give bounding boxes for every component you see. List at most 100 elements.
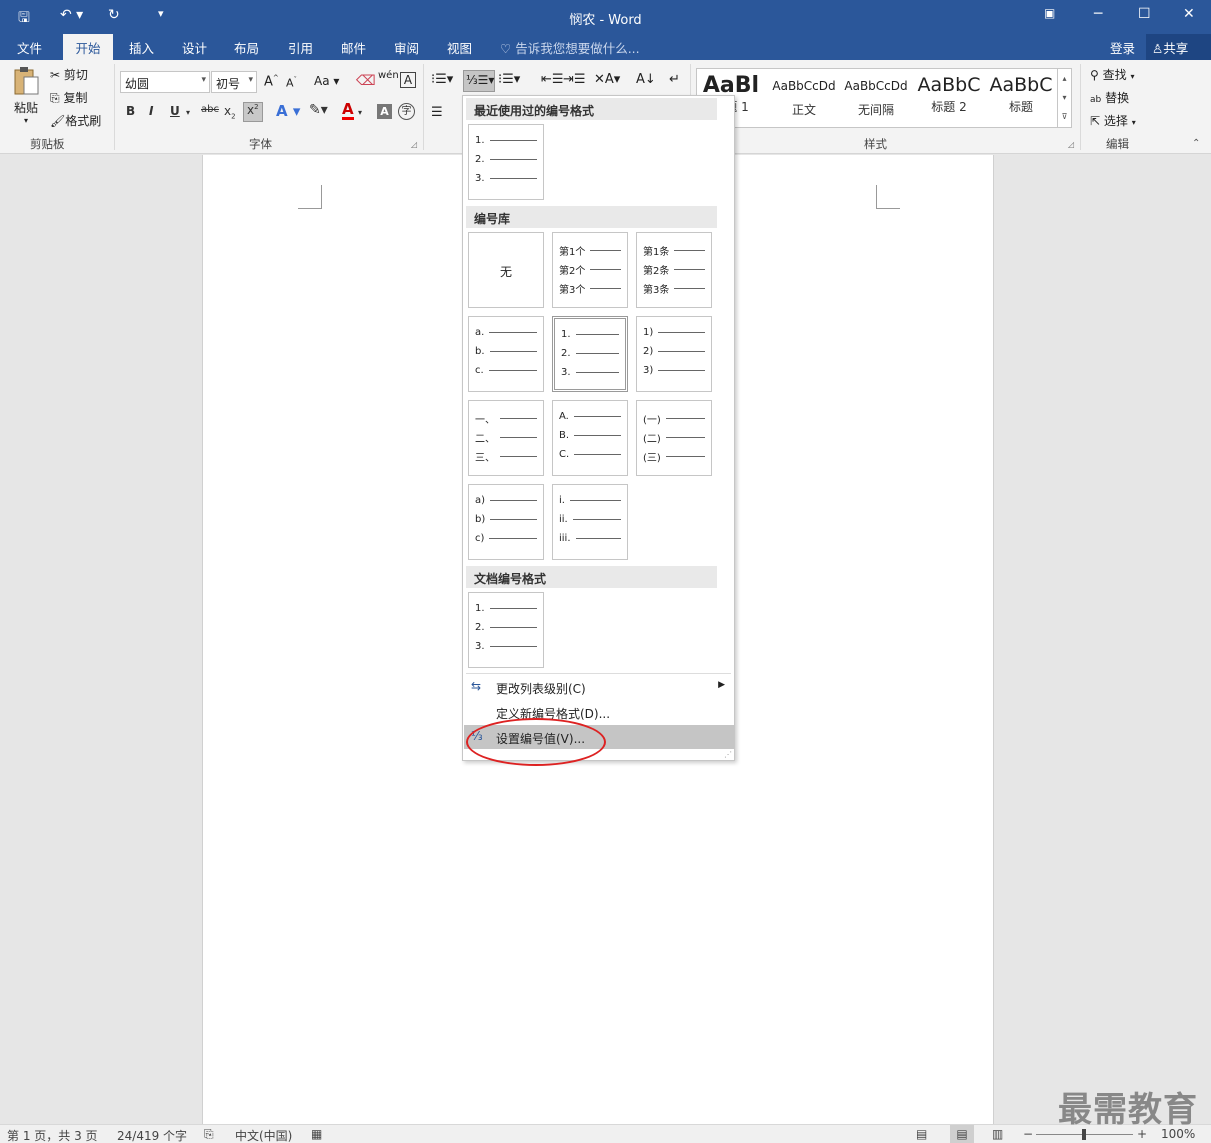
share-button[interactable]: ♙共享 [1146, 34, 1211, 60]
align-left-icon[interactable]: ☰ [431, 105, 443, 120]
library-format-tile[interactable]: A. B. C. [552, 400, 628, 476]
format-marker: C. [559, 449, 570, 460]
tab-review[interactable]: 审阅 [394, 38, 419, 57]
numbering-icon[interactable]: ⅓☰▾ [463, 70, 495, 92]
change-case-button[interactable]: Aa ▾ [314, 74, 339, 88]
collapse-ribbon-icon[interactable]: ⌃ [1192, 138, 1200, 149]
format-line: c. [475, 365, 537, 376]
sort-icon[interactable]: A↓ [636, 72, 656, 87]
chevron-down-icon[interactable]: ▾ [186, 108, 190, 117]
superscript-button[interactable]: x2 [243, 102, 263, 122]
strikethrough-button[interactable]: abc [201, 104, 219, 115]
ribbon-display-options-icon[interactable]: ▣ [1044, 6, 1055, 20]
web-layout-icon[interactable]: ▥ [992, 1127, 1003, 1141]
library-tile-none[interactable]: 无 [468, 232, 544, 308]
tab-insert[interactable]: 插入 [129, 38, 154, 57]
tab-design[interactable]: 设计 [182, 38, 207, 57]
format-marker: 2. [561, 348, 571, 359]
shrink-font-icon[interactable]: Aˇ [286, 76, 297, 90]
format-line: 2. [475, 622, 537, 633]
resize-grip-icon[interactable]: ⋰ [724, 750, 732, 759]
format-line: 3. [475, 173, 537, 184]
tab-mailings[interactable]: 邮件 [341, 38, 366, 57]
font-size-combo[interactable]: 初号 ▾ [211, 71, 257, 93]
change-list-level-item[interactable]: ⇆ 更改列表级别(C) ▶ [464, 675, 734, 699]
format-marker: (一) [643, 415, 661, 426]
find-button[interactable]: ⚲ 查找 ▾ [1090, 66, 1134, 83]
maximize-icon[interactable]: ☐ [1138, 6, 1151, 22]
font-color-icon[interactable]: A [342, 102, 354, 120]
font-name-combo[interactable]: 幼圆 ▾ [120, 71, 210, 93]
bullets-icon[interactable]: ⁝☰▾ [431, 72, 453, 87]
italic-button[interactable]: I [149, 104, 153, 118]
tab-layout[interactable]: 布局 [234, 38, 259, 57]
character-shading-icon[interactable]: A [377, 104, 392, 119]
tab-file[interactable]: 文件 [17, 38, 42, 57]
enclose-characters-icon[interactable]: 字 [398, 103, 415, 120]
styles-scroll[interactable]: ▴ ▾ ⊽ [1057, 69, 1071, 127]
library-format-tile[interactable]: a. b. c. [468, 316, 544, 392]
format-line: b. [475, 346, 537, 357]
cut-button[interactable]: ✂ 剪切 [50, 66, 88, 83]
login-link[interactable]: 登录 [1110, 38, 1135, 57]
tab-view[interactable]: 视图 [447, 38, 472, 57]
format-painter-button[interactable]: 🖌格式刷 [50, 112, 101, 129]
tell-me-box[interactable]: ♡ 告诉我您想要做什么... [500, 38, 640, 57]
format-marker: (二) [643, 434, 661, 445]
tab-home[interactable]: 开始 [63, 34, 113, 60]
highlight-icon[interactable]: ✎▾ [309, 102, 328, 118]
show-marks-icon[interactable]: ↵ [669, 72, 680, 87]
library-format-tile[interactable]: i. ii. iii. [552, 484, 628, 560]
macro-icon[interactable]: ▦ [311, 1127, 322, 1141]
dialog-launcher-icon[interactable]: ◿ [1068, 140, 1074, 149]
bold-button[interactable]: B [126, 104, 135, 118]
language-indicator[interactable]: 中文(中国) [235, 1127, 292, 1143]
style-heading2[interactable]: AaBbC 标题 2 [914, 69, 984, 127]
submenu-arrow-icon: ▶ [718, 680, 725, 690]
subscript-button[interactable]: x2 [224, 104, 236, 120]
replace-button[interactable]: ab 替换 [1090, 89, 1129, 106]
close-icon[interactable]: ✕ [1183, 6, 1195, 22]
library-format-tile[interactable]: 第1条 第2条 第3条 [636, 232, 712, 308]
paste-button[interactable]: 粘贴 ▾ [10, 66, 42, 125]
style-no-spacing[interactable]: AaBbCcDd 无间隔 [842, 69, 910, 127]
library-format-tile[interactable]: 第1个 第2个 第3个 [552, 232, 628, 308]
underline-button[interactable]: U [170, 104, 180, 118]
style-title[interactable]: AaBbC 标题 [987, 69, 1055, 127]
format-marker: 1. [475, 603, 485, 614]
format-line: 2) [643, 346, 705, 357]
zoom-out-icon[interactable]: − [1023, 1127, 1033, 1141]
increase-indent-icon[interactable]: ⇥☰ [563, 72, 586, 87]
read-mode-icon[interactable]: ▤ [916, 1127, 927, 1141]
dialog-launcher-icon[interactable]: ◿ [411, 140, 417, 149]
library-format-tile[interactable]: 1. 2. 3. [552, 316, 628, 392]
format-line: 第1个 [559, 243, 621, 258]
proofing-icon[interactable]: ⎘ [204, 1127, 214, 1142]
select-button[interactable]: ⇱ 选择 ▾ [1090, 112, 1136, 129]
multilevel-list-icon[interactable]: ⁝☰▾ [498, 72, 520, 87]
print-layout-icon[interactable]: ▤ [950, 1125, 974, 1143]
library-format-tile[interactable]: (一) (二) (三) [636, 400, 712, 476]
asian-layout-icon[interactable]: ✕A▾ [594, 72, 620, 87]
minimize-icon[interactable]: ─ [1094, 6, 1102, 22]
chevron-down-icon[interactable]: ▾ [358, 108, 362, 117]
clear-format-icon[interactable]: ⌫ [356, 73, 376, 89]
document-format-tile[interactable]: 1. 2. 3. [468, 592, 544, 668]
word-count[interactable]: 24/419 个字 [117, 1127, 187, 1143]
decrease-indent-icon[interactable]: ⇤☰ [541, 72, 564, 87]
library-format-tile[interactable]: a) b) c) [468, 484, 544, 560]
format-marker: 3. [561, 367, 571, 378]
phonetic-guide-icon[interactable]: wén [378, 71, 399, 81]
search-icon: ⚲ [1090, 68, 1099, 82]
recent-format-tile[interactable]: 1. 2. 3. [468, 124, 544, 200]
text-effects-icon[interactable]: A ▾ [276, 102, 300, 120]
character-border-icon[interactable]: A [400, 72, 416, 88]
copy-button[interactable]: ⎘ 复制 [50, 89, 87, 106]
grow-font-icon[interactable]: A^ [264, 74, 279, 89]
library-format-tile[interactable]: 一、 二、 三、 [468, 400, 544, 476]
tab-references[interactable]: 引用 [288, 38, 313, 57]
library-format-tile[interactable]: 1) 2) 3) [636, 316, 712, 392]
style-normal[interactable]: AaBbCcDd 正文 [770, 69, 838, 127]
page-count[interactable]: 第 1 页，共 3 页 [7, 1127, 98, 1143]
format-marker: B. [559, 430, 570, 441]
